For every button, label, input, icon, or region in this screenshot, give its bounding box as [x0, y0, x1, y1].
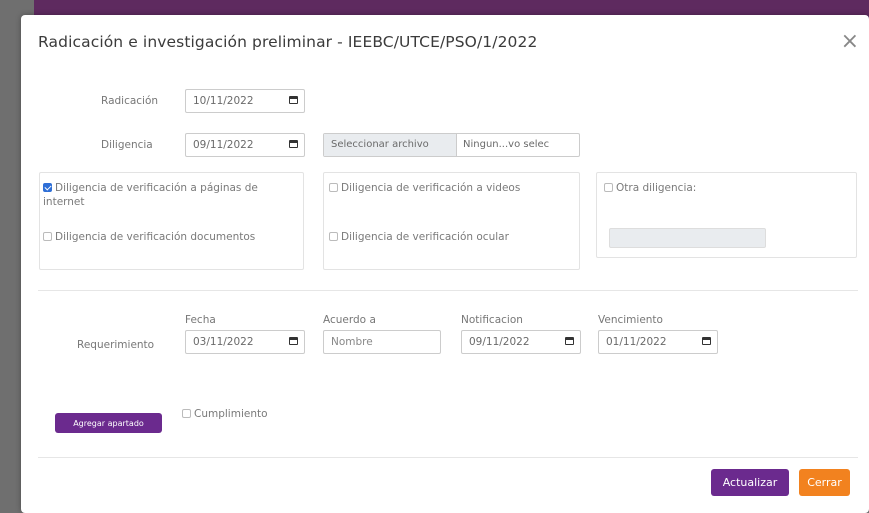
checkbox[interactable]: [329, 232, 338, 241]
actualizar-button[interactable]: Actualizar: [711, 469, 789, 496]
calendar-icon[interactable]: [289, 96, 298, 104]
radicacion-date-value: 10/11/2022: [193, 95, 254, 107]
notificacion-label: Notificacion: [461, 314, 523, 326]
calendar-icon[interactable]: [289, 337, 298, 345]
vencimiento-label: Vencimiento: [598, 314, 663, 326]
option-label: Diligencia de verificación a videos: [341, 182, 521, 194]
file-input[interactable]: Seleccionar archivo Ningun...vo selec: [323, 133, 580, 157]
checkbox-checked[interactable]: [43, 183, 52, 192]
vencimiento-date-input[interactable]: 01/11/2022: [598, 330, 718, 354]
radicacion-label: Radicación: [101, 95, 159, 107]
cumplimiento-option[interactable]: Cumplimiento: [182, 407, 268, 421]
otra-diligencia-input[interactable]: [609, 228, 766, 248]
option-label: Otra diligencia:: [616, 182, 697, 194]
diligencia-date-input[interactable]: 09/11/2022: [185, 133, 305, 157]
option-label: Diligencia de verificación ocular: [341, 231, 509, 243]
cerrar-button[interactable]: Cerrar: [799, 469, 850, 496]
footer-divider: [38, 457, 858, 458]
modal-dialog: Radicación e investigación preliminar - …: [21, 15, 869, 513]
notificacion-date-input[interactable]: 09/11/2022: [461, 330, 581, 354]
radicacion-date-input[interactable]: 10/11/2022: [185, 89, 305, 113]
fecha-label: Fecha: [185, 314, 216, 326]
calendar-icon[interactable]: [289, 140, 298, 148]
option-label: Diligencia de verificación a páginas de …: [43, 182, 258, 208]
calendar-icon[interactable]: [565, 337, 574, 345]
checkbox[interactable]: [182, 409, 191, 418]
acuerdo-name-input[interactable]: Nombre: [323, 330, 441, 354]
option-otra[interactable]: Otra diligencia:: [604, 181, 804, 195]
checkbox[interactable]: [43, 232, 52, 241]
option-label: Diligencia de verificación documentos: [55, 231, 256, 243]
divider: [38, 290, 858, 291]
option-paginas-internet[interactable]: Diligencia de verificación a páginas de …: [43, 181, 293, 209]
vencimiento-date-value: 01/11/2022: [606, 336, 667, 348]
checkbox[interactable]: [329, 183, 338, 192]
close-icon[interactable]: ×: [841, 29, 859, 54]
checkbox[interactable]: [604, 183, 613, 192]
notificacion-date-value: 09/11/2022: [469, 336, 530, 348]
calendar-icon[interactable]: [702, 337, 711, 345]
select-file-button[interactable]: Seleccionar archivo: [324, 134, 457, 156]
modal-title: Radicación e investigación preliminar - …: [38, 33, 538, 51]
agregar-apartado-button[interactable]: Agregar apartado: [55, 413, 162, 433]
fecha-date-value: 03/11/2022: [193, 336, 254, 348]
option-videos[interactable]: Diligencia de verificación a videos: [329, 181, 569, 195]
option-documentos[interactable]: Diligencia de verificación documentos: [43, 230, 263, 244]
cumplimiento-label: Cumplimiento: [194, 408, 268, 420]
diligencia-label: Diligencia: [101, 139, 153, 151]
fecha-date-input[interactable]: 03/11/2022: [185, 330, 305, 354]
file-name-text: Ningun...vo selec: [463, 139, 550, 150]
requerimiento-label: Requerimiento: [77, 339, 155, 351]
option-ocular[interactable]: Diligencia de verificación ocular: [329, 230, 569, 244]
acuerdo-label: Acuerdo a: [323, 314, 376, 326]
diligencia-date-value: 09/11/2022: [193, 139, 254, 151]
